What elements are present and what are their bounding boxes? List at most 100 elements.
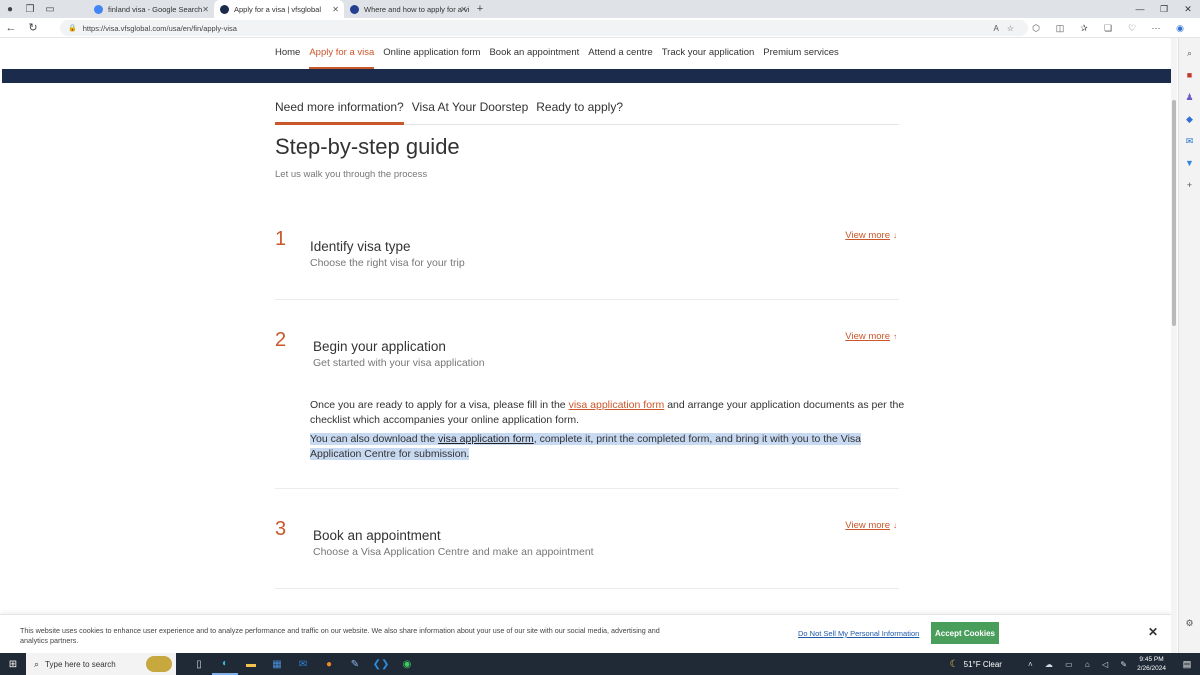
- taskbar-apps: ▯ ◐ ▬ ▦ ✉ ● ✎ ❮❯ ◉: [186, 653, 420, 675]
- tab-actions-icon[interactable]: ▭: [40, 0, 60, 18]
- browser-tab-strip: ● ❐ ▭ finland visa - Google Search ✕ App…: [0, 0, 1200, 18]
- cookie-banner: This website uses cookies to enhance use…: [0, 614, 1171, 653]
- taskbar-clock[interactable]: 9:45 PM 2/26/2024: [1137, 655, 1166, 673]
- extensions-icon[interactable]: ⬡: [1024, 23, 1048, 34]
- site-nav: Home Apply for a visa Online application…: [275, 43, 848, 69]
- workspaces-icon[interactable]: ❐: [20, 0, 40, 18]
- onedrive-icon[interactable]: ☁: [1045, 660, 1053, 669]
- step-1: 1 Identify visa type Choose the right vi…: [275, 224, 899, 300]
- minimize-icon[interactable]: —: [1128, 0, 1152, 18]
- refresh-icon[interactable]: ↻: [22, 21, 44, 34]
- browser-tab-google[interactable]: finland visa - Google Search ✕: [88, 0, 214, 18]
- add-icon[interactable]: +: [1183, 178, 1197, 192]
- file-explorer-icon[interactable]: ▬: [238, 653, 264, 675]
- accept-cookies-button[interactable]: Accept Cookies: [931, 622, 999, 644]
- close-tab-icon[interactable]: ✕: [332, 5, 339, 14]
- notepad-icon[interactable]: ✎: [342, 653, 368, 675]
- nav-home[interactable]: Home: [275, 43, 300, 69]
- windows-start-icon[interactable]: ⊞: [0, 653, 26, 675]
- step-description: Get started with your visa application: [313, 357, 485, 369]
- favorites-icon[interactable]: ✰: [1072, 23, 1096, 34]
- weather-widget[interactable]: ☾ 51°F Clear: [950, 659, 1002, 670]
- arrow-up-icon: ↑: [893, 332, 897, 341]
- paragraph-text: You can also download the: [310, 433, 439, 445]
- close-icon[interactable]: ✕: [1148, 625, 1158, 639]
- tab-need-more-information[interactable]: Need more information?: [275, 100, 404, 125]
- profile-icon[interactable]: ●: [0, 0, 20, 18]
- nav-attend-a-centre[interactable]: Attend a centre: [588, 43, 652, 69]
- system-tray: ☾ 51°F Clear ˄ ☁ ▭ ⌂ ◁ ✎ 9:45 PM 2/26/20…: [950, 653, 1200, 675]
- tab-ready-to-apply[interactable]: Ready to apply?: [536, 100, 623, 125]
- weather-text: 51°F Clear: [963, 659, 1002, 669]
- outlook-icon[interactable]: ✉: [1183, 134, 1197, 148]
- edge-app-icon[interactable]: ◐: [212, 653, 238, 675]
- whatsapp-icon[interactable]: ◉: [394, 653, 420, 675]
- window-controls: — ❐ ✕: [1128, 0, 1200, 18]
- cookie-notice-text: This website uses cookies to enhance use…: [20, 626, 660, 645]
- do-not-sell-link[interactable]: Do Not Sell My Personal Information: [798, 629, 919, 638]
- google-favicon-icon: [94, 4, 103, 14]
- task-view-icon[interactable]: ▯: [186, 653, 212, 675]
- step-number: 1: [275, 228, 287, 250]
- tab-visa-at-your-doorstep[interactable]: Visa At Your Doorstep: [412, 100, 529, 125]
- windows-taskbar: ⊞ ⌕ Type here to search ▯ ◐ ▬ ▦ ✉ ● ✎ ❮❯…: [0, 653, 1200, 675]
- restore-icon[interactable]: ❐: [1152, 0, 1176, 18]
- sidebar-settings-icon[interactable]: ⚙: [1183, 616, 1197, 630]
- more-menu-icon[interactable]: ⋯: [1144, 23, 1168, 34]
- nav-online-application-form[interactable]: Online application form: [383, 43, 480, 69]
- network-icon[interactable]: ⌂: [1085, 660, 1090, 669]
- firefox-icon[interactable]: ●: [316, 653, 342, 675]
- view-less-link[interactable]: View more ↑: [845, 331, 897, 342]
- step-number: 2: [275, 329, 287, 351]
- nav-apply-for-a-visa[interactable]: Apply for a visa: [309, 43, 375, 69]
- browser-essentials-icon[interactable]: ♡: [1120, 23, 1144, 34]
- chevron-up-icon[interactable]: ˄: [1028, 660, 1033, 669]
- hero-banner-strip: [2, 69, 1171, 83]
- nav-book-an-appointment[interactable]: Book an appointment: [489, 43, 579, 69]
- volume-icon[interactable]: ◁: [1102, 660, 1108, 669]
- visa-application-form-link[interactable]: visa application form: [569, 399, 665, 411]
- page-subtitle: Let us walk you through the process: [275, 169, 428, 180]
- microsoft-365-icon[interactable]: ◆: [1183, 112, 1197, 126]
- lock-icon[interactable]: 🔒: [68, 24, 77, 32]
- split-screen-icon[interactable]: ◫: [1048, 23, 1072, 34]
- address-bar-row: ← ↻ 🔒 https://visa.vfsglobal.com/usa/en/…: [0, 18, 1200, 38]
- collections-icon[interactable]: ❏: [1096, 23, 1120, 34]
- scrollbar-thumb[interactable]: [1172, 100, 1176, 326]
- page-scrollbar[interactable]: [1171, 38, 1177, 653]
- store-icon[interactable]: ▦: [264, 653, 290, 675]
- search-highlight-image: [146, 656, 172, 672]
- close-tab-icon[interactable]: ✕: [202, 5, 209, 14]
- drop-icon[interactable]: ▼: [1183, 156, 1197, 170]
- vscode-icon[interactable]: ❮❯: [368, 653, 394, 675]
- close-tab-icon[interactable]: ✕: [460, 5, 467, 14]
- copilot-icon[interactable]: ◉: [1168, 23, 1192, 34]
- mail-icon[interactable]: ✉: [290, 653, 316, 675]
- nav-track-your-application[interactable]: Track your application: [662, 43, 755, 69]
- new-tab-button[interactable]: +: [472, 3, 488, 15]
- download-application-form-link[interactable]: visa application form: [438, 433, 534, 445]
- notification-icon[interactable]: ▤: [1178, 659, 1196, 670]
- step-2-paragraph-2: You can also download the visa applicati…: [310, 432, 905, 462]
- web-page: Home Apply for a visa Online application…: [0, 38, 1171, 653]
- step-2: 2 Begin your application Get started wit…: [275, 325, 904, 489]
- games-icon[interactable]: ♟: [1183, 90, 1197, 104]
- view-more-link[interactable]: View more ↓: [845, 230, 897, 241]
- shopping-icon[interactable]: ■: [1183, 68, 1197, 82]
- paragraph-text: Once you are ready to apply for a visa, …: [310, 399, 569, 411]
- step-title: Identify visa type: [310, 239, 411, 254]
- display-icon[interactable]: ▭: [1065, 660, 1073, 669]
- close-window-icon[interactable]: ✕: [1176, 0, 1200, 18]
- url-input[interactable]: 🔒 https://visa.vfsglobal.com/usa/en/fin/…: [60, 20, 1028, 36]
- view-more-link[interactable]: View more ↓: [845, 520, 897, 531]
- taskbar-search-input[interactable]: ⌕ Type here to search: [26, 653, 176, 675]
- back-icon[interactable]: ←: [0, 22, 22, 34]
- nav-premium-services[interactable]: Premium services: [763, 43, 839, 69]
- read-aloud-favorite-icons[interactable]: A☆: [993, 24, 1022, 33]
- browser-tab-vfsglobal[interactable]: Apply for a visa | vfsglobal ✕: [214, 0, 344, 18]
- browser-tab-where-to-apply[interactable]: Where and how to apply for a vi ✕: [344, 0, 472, 18]
- search-icon[interactable]: ⌕: [1183, 46, 1197, 60]
- step-2-paragraph-1: Once you are ready to apply for a visa, …: [310, 398, 905, 428]
- pen-icon[interactable]: ✎: [1120, 660, 1127, 669]
- clock-date: 2/26/2024: [1137, 665, 1166, 672]
